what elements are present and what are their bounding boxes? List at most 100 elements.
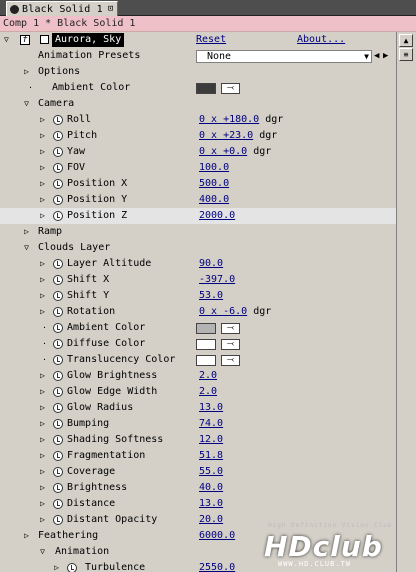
- stopwatch-icon[interactable]: [53, 435, 63, 445]
- twirl-closed-icon[interactable]: ▷: [38, 144, 47, 160]
- color-swatch[interactable]: [196, 83, 216, 94]
- eyedropper-icon[interactable]: ⤙: [221, 355, 240, 366]
- twirl-closed-icon[interactable]: ▷: [22, 528, 31, 544]
- twirl-closed-icon[interactable]: ▷: [22, 224, 31, 240]
- property-value[interactable]: 2.0: [199, 384, 217, 400]
- twirl-closed-icon[interactable]: ▷: [38, 496, 47, 512]
- effect-checkbox[interactable]: [40, 35, 49, 44]
- value-number[interactable]: 13.0: [199, 498, 223, 509]
- preset-next-icon[interactable]: ▶: [383, 48, 388, 64]
- twirl-closed-icon[interactable]: ▷: [22, 64, 31, 80]
- twirl-closed-icon[interactable]: ▷: [38, 192, 47, 208]
- stopwatch-icon[interactable]: [53, 515, 63, 525]
- stopwatch-icon[interactable]: [53, 211, 63, 221]
- twirl-open-icon[interactable]: ▽: [38, 544, 47, 560]
- eyedropper-icon[interactable]: ⤙: [221, 339, 240, 350]
- stopwatch-icon[interactable]: [53, 467, 63, 477]
- stopwatch-icon[interactable]: [53, 323, 63, 333]
- stopwatch-icon[interactable]: [53, 355, 63, 365]
- scroll-up-icon[interactable]: ▲: [399, 34, 413, 47]
- color-swatch[interactable]: [196, 339, 216, 350]
- stopwatch-icon[interactable]: [53, 419, 63, 429]
- property-value[interactable]: 0 x +23.0 dgr: [199, 128, 277, 144]
- property-value[interactable]: 74.0: [199, 416, 223, 432]
- twirl-closed-icon[interactable]: ▷: [38, 416, 47, 432]
- about-button[interactable]: About...: [297, 32, 345, 48]
- twirl-closed-icon[interactable]: ▷: [38, 384, 47, 400]
- value-number[interactable]: 20.0: [199, 514, 223, 525]
- property-value[interactable]: 500.0: [199, 176, 229, 192]
- value-number[interactable]: 500.0: [199, 178, 229, 189]
- property-value[interactable]: 20.0: [199, 512, 223, 528]
- property-value[interactable]: 2.0: [199, 368, 217, 384]
- stopwatch-icon[interactable]: [53, 499, 63, 509]
- value-number[interactable]: 0 x +0.0: [199, 146, 247, 157]
- property-value[interactable]: 0 x +180.0 dgr: [199, 112, 283, 128]
- value-number[interactable]: 53.0: [199, 290, 223, 301]
- value-number[interactable]: 100.0: [199, 162, 229, 173]
- value-number[interactable]: 400.0: [199, 194, 229, 205]
- stopwatch-icon[interactable]: [53, 195, 63, 205]
- stopwatch-icon[interactable]: [53, 451, 63, 461]
- value-number[interactable]: 2000.0: [199, 210, 235, 221]
- twirl-closed-icon[interactable]: ▷: [52, 560, 61, 572]
- value-number[interactable]: 40.0: [199, 482, 223, 493]
- stopwatch-icon[interactable]: [53, 371, 63, 381]
- eyedropper-icon[interactable]: ⤙: [221, 323, 240, 334]
- property-value[interactable]: 100.0: [199, 160, 229, 176]
- value-number[interactable]: 0 x +23.0: [199, 130, 253, 141]
- stopwatch-icon[interactable]: [53, 179, 63, 189]
- value-number[interactable]: 55.0: [199, 466, 223, 477]
- value-number[interactable]: 2550.0: [199, 562, 235, 572]
- panel-menu-icon[interactable]: ≡: [399, 48, 413, 61]
- twirl-closed-icon[interactable]: ▷: [38, 512, 47, 528]
- stopwatch-icon[interactable]: [53, 291, 63, 301]
- property-value[interactable]: 90.0: [199, 256, 223, 272]
- stopwatch-icon[interactable]: [53, 131, 63, 141]
- twirl-closed-icon[interactable]: ▷: [38, 464, 47, 480]
- stopwatch-icon[interactable]: [53, 163, 63, 173]
- twirl-closed-icon[interactable]: ▷: [38, 176, 47, 192]
- property-value[interactable]: 400.0: [199, 192, 229, 208]
- twirl-closed-icon[interactable]: ▷: [38, 368, 47, 384]
- stopwatch-icon[interactable]: [53, 387, 63, 397]
- reset-button[interactable]: Reset: [196, 32, 226, 48]
- stopwatch-icon[interactable]: [53, 275, 63, 285]
- value-number[interactable]: 74.0: [199, 418, 223, 429]
- value-number[interactable]: 12.0: [199, 434, 223, 445]
- twirl-closed-icon[interactable]: ▷: [38, 128, 47, 144]
- twirl-closed-icon[interactable]: ▷: [38, 208, 47, 224]
- twirl-open-icon[interactable]: ▽: [22, 96, 31, 112]
- twirl-closed-icon[interactable]: ▷: [38, 448, 47, 464]
- property-value[interactable]: 55.0: [199, 464, 223, 480]
- property-value[interactable]: 12.0: [199, 432, 223, 448]
- value-number[interactable]: -397.0: [199, 274, 235, 285]
- twirl-closed-icon[interactable]: ▷: [38, 400, 47, 416]
- twirl-closed-icon[interactable]: ▷: [38, 112, 47, 128]
- presets-dropdown[interactable]: None ▼: [196, 50, 372, 63]
- twirl-closed-icon[interactable]: ▷: [38, 432, 47, 448]
- property-value[interactable]: 40.0: [199, 480, 223, 496]
- color-swatch[interactable]: [196, 323, 216, 334]
- value-number[interactable]: 13.0: [199, 402, 223, 413]
- property-value[interactable]: 6000.0: [199, 528, 235, 544]
- twirl-closed-icon[interactable]: ▷: [38, 272, 47, 288]
- property-value[interactable]: 2000.0: [199, 208, 235, 224]
- stopwatch-icon[interactable]: [67, 563, 77, 572]
- tab-black-solid[interactable]: Black Solid 1 ⊡: [6, 1, 118, 16]
- twirl-closed-icon[interactable]: ▷: [38, 480, 47, 496]
- property-value[interactable]: 2550.0: [199, 560, 235, 572]
- twirl-open-icon[interactable]: ▽: [22, 240, 31, 256]
- twirl-closed-icon[interactable]: ▷: [38, 256, 47, 272]
- twirl-closed-icon[interactable]: ▷: [38, 160, 47, 176]
- twirl-open-icon[interactable]: ▽: [4, 32, 9, 48]
- value-number[interactable]: 2.0: [199, 370, 217, 381]
- stopwatch-icon[interactable]: [53, 403, 63, 413]
- property-value[interactable]: 53.0: [199, 288, 223, 304]
- stopwatch-icon[interactable]: [53, 259, 63, 269]
- value-number[interactable]: 0 x -6.0: [199, 306, 247, 317]
- value-number[interactable]: 90.0: [199, 258, 223, 269]
- property-value[interactable]: 51.8: [199, 448, 223, 464]
- property-value[interactable]: -397.0: [199, 272, 235, 288]
- property-value[interactable]: 0 x -6.0 dgr: [199, 304, 271, 320]
